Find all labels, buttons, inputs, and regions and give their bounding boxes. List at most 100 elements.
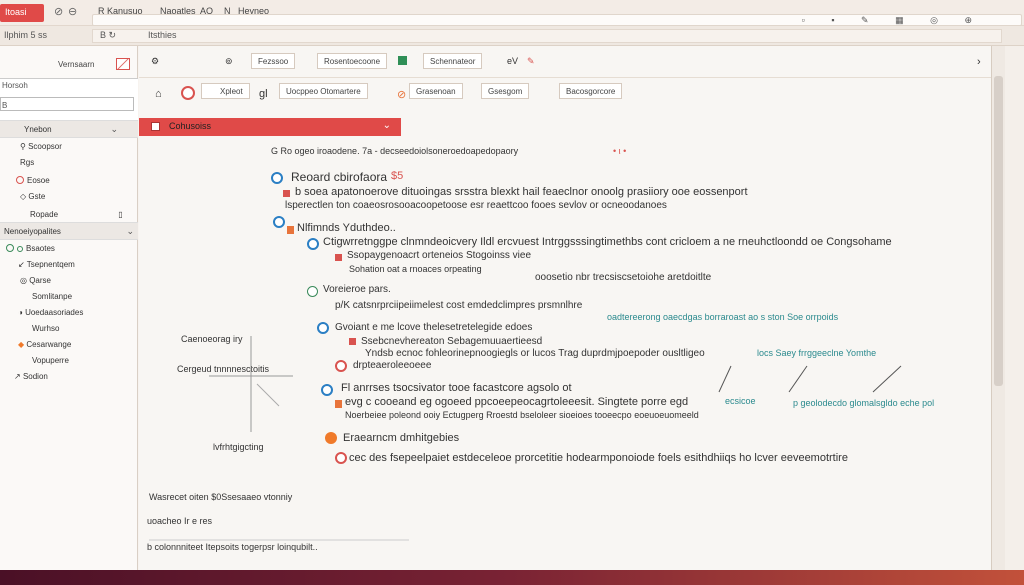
group-1-label: Ynebon [24, 125, 52, 134]
sidebar-item[interactable]: Bsaotes [6, 244, 55, 253]
bullet-icon [335, 400, 342, 408]
desktop-strip [0, 570, 1024, 585]
alert-icon[interactable] [335, 452, 347, 464]
node-title[interactable]: Nlfimnds Yduthdeo.. [297, 222, 396, 234]
outline-line: Ssebcnevhereaton Sebagemuuaertieesd [361, 336, 543, 347]
diagram-label: Caenoeorag iry [181, 334, 243, 344]
sidebar-item[interactable]: ↙ Tsepnentqem [18, 260, 75, 269]
annotation-link[interactable]: p geolodecdo glomalsgldo eche pol [793, 398, 934, 408]
outline-line: b soea apatonoerove dituoingas srsstra b… [295, 186, 748, 198]
outline-line: Noerbeiee poleond ooiy Ectugperg Rroestd… [345, 410, 699, 420]
toolbar-button-3[interactable]: Schennateor [423, 53, 483, 69]
tag-icon[interactable]: ⊘ [397, 88, 406, 101]
sidebar-item[interactable]: Ropade ▯ [30, 210, 123, 219]
toolbar-button-1[interactable]: Fezssoo [251, 53, 296, 69]
warning-icon: ◆ [18, 340, 25, 349]
globe-icon[interactable]: ⊚ [225, 56, 233, 67]
settings-icon[interactable]: ⚙ [151, 56, 159, 67]
outline-line: Ssopaygenoacrt orteneios Stogoinss viee [347, 250, 532, 261]
secondary-toolbar: Ilphim 5 ss B ↻ Itsthies [0, 26, 1024, 46]
sidebar-search[interactable]: Horsoh B [0, 78, 138, 122]
app-tab[interactable]: Itoasi [0, 4, 44, 22]
tool-button-3[interactable]: Grasenoan [409, 83, 463, 99]
info-icon[interactable] [271, 172, 283, 184]
node-value: $5 [391, 170, 404, 182]
home-icon[interactable]: ⌂ [155, 88, 162, 100]
pin-icon[interactable]: ⊘ [54, 5, 63, 18]
circle-icon[interactable]: ⊖ [68, 5, 77, 18]
chevron-right-icon[interactable]: › [977, 56, 981, 68]
pen-icon[interactable]: ✎ [527, 56, 535, 67]
tool-button-5[interactable]: Bacosgorcore [559, 83, 623, 99]
vertical-scrollbar[interactable] [991, 46, 1005, 570]
sidebar-item[interactable]: ◇ Gste [20, 192, 45, 201]
sidebar-item[interactable]: Wurhso [32, 324, 59, 333]
annotation-link[interactable]: locs Saey frrggeeclne Yomthe [757, 348, 876, 358]
node-title[interactable]: Voreieroe pars. [323, 284, 391, 295]
node-title[interactable]: Reoard cbirofaora [291, 170, 387, 184]
sidebar-item[interactable]: ◑ Uoedaasoriades [18, 308, 83, 317]
sidebar-group-1[interactable]: Ynebon ⌄ [0, 120, 138, 138]
toolbar-button-4[interactable]: eV [507, 56, 518, 66]
orange-circle-icon[interactable] [325, 432, 337, 444]
sidebar-item[interactable]: ◆ Cesarwange [18, 340, 71, 349]
formula-input[interactable] [92, 29, 1002, 43]
sidebar: Vernsaarn Horsoh B Ynebon ⌄ ⚲ Scoopsor R… [0, 46, 138, 570]
tool-glyph[interactable]: ɡl [259, 88, 268, 100]
scrollbar-thumb[interactable] [994, 76, 1003, 386]
node-title[interactable]: Gvoiant e me lcove thelesetretelegide ed… [335, 322, 532, 333]
sidebar-item[interactable]: Somlitanpe [32, 292, 72, 301]
app-window: Itoasi ⊘ ⊖ R Kanusuo Naoatles AO N Heyne… [0, 0, 1024, 570]
banner-label: Cohusoiss [169, 121, 212, 131]
circle-icon[interactable] [307, 286, 318, 297]
node-title[interactable]: Eraearncm dmhitgebies [343, 432, 459, 444]
annotation-link[interactable]: ecsicoe [725, 396, 756, 406]
info-icon[interactable] [321, 384, 333, 396]
section-banner[interactable]: Cohusoiss ⌄ [139, 118, 401, 136]
flag-icon[interactable] [116, 58, 130, 70]
chevron-down-icon[interactable]: ⌄ [126, 226, 134, 237]
toolbar-button-2[interactable]: Rosentoecoone [317, 53, 388, 69]
info-icon[interactable] [317, 322, 329, 334]
annotation-link[interactable]: oadtereerong oaecdgas borraroast ao s st… [607, 312, 838, 322]
sidebar-header: Vernsaarn [0, 50, 138, 78]
search-label: Horsoh [2, 81, 28, 90]
connector-line [872, 365, 902, 393]
record-icon[interactable] [181, 86, 195, 100]
chevron-down-icon[interactable]: ⌄ [110, 124, 118, 135]
chevron-down-icon[interactable]: ⌄ [383, 120, 391, 131]
warning-circle-icon[interactable] [335, 360, 347, 372]
node-title[interactable]: drpteaeroleeoeee [353, 360, 431, 371]
diagram-label: Cergeud tnnnnesctoitis [177, 364, 270, 374]
outline-line: lsperectlen ton coaeosrosooacoopetoose e… [285, 200, 667, 211]
sidebar-item[interactable]: ⚲ Scoopsor [20, 142, 62, 151]
sidebar-title: Vernsaarn [58, 60, 95, 69]
search-value: B [2, 101, 8, 110]
right-pane [1005, 46, 1024, 570]
sidebar-item[interactable]: ◎ Qarse [20, 276, 51, 285]
bold-icon[interactable]: B ↻ [100, 30, 116, 41]
sidebar-group-2[interactable]: Nenoeiyopalites ⌄ [0, 222, 138, 240]
node-title[interactable]: Fl anrrses tsocsivator tooe facastcore a… [341, 382, 572, 394]
footer-line: uoacheo Ir e res [147, 516, 213, 526]
connector-line [718, 365, 732, 393]
info-icon[interactable] [273, 216, 285, 228]
sidebar-item[interactable]: Vopuperre [32, 356, 69, 365]
toolbar-icons[interactable]: ▫ ▪ ✎ ▦ ◎ ⊕ [802, 15, 984, 26]
sidebar-item[interactable]: Rgs [20, 158, 34, 167]
search-input[interactable] [0, 97, 134, 111]
tool-button-4[interactable]: Gsesgom [481, 83, 530, 99]
checkbox-icon[interactable] [151, 122, 160, 131]
sidebar-item[interactable]: Eosoe [16, 176, 50, 185]
outline-line: evg c cooeand eg ogoeed ppcoeepeocagrtol… [345, 396, 689, 408]
info-icon[interactable] [307, 238, 319, 250]
tool-button-1[interactable]: Xpleot [201, 83, 250, 99]
main-panel: ⚙ ⊚ Fezssoo Rosentoecoone Schennateor eV… [139, 46, 991, 570]
outline-line: Yndsb ecnoc fohleorinepnoogiegls or luco… [365, 348, 705, 359]
bullet-icon [335, 254, 342, 261]
tool-button-2[interactable]: Uocppeo Otomartere [279, 83, 368, 99]
outline-line: p/K catsnrprciipeiimelest cost emdedclim… [335, 300, 583, 311]
sidebar-item[interactable]: ↗ Sodion [14, 372, 48, 381]
red-mark-icon: • ι • [613, 146, 627, 156]
green-square-icon[interactable] [398, 56, 407, 65]
